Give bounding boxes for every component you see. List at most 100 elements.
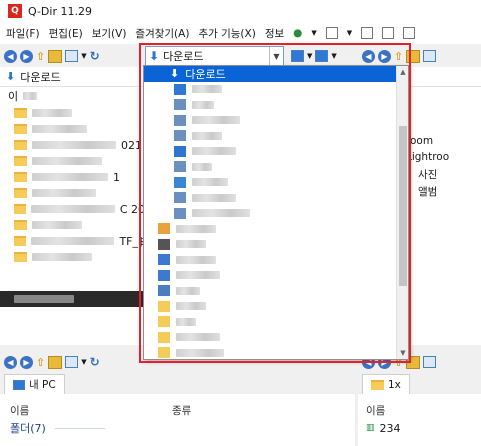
dropdown-item[interactable] <box>144 237 408 253</box>
dropdown-item[interactable] <box>144 330 408 346</box>
list-item[interactable]: TF_$ <box>0 233 145 249</box>
file-name-fragment: 1 <box>113 170 120 184</box>
folder-icon <box>371 379 384 390</box>
back-icon[interactable]: ◀ <box>4 49 17 63</box>
dropdown-item[interactable] <box>144 252 408 268</box>
folder-icon <box>158 347 170 359</box>
dropdown-item[interactable] <box>144 82 408 98</box>
tab-strip: 내 PC <box>0 374 355 394</box>
generic-icon <box>174 114 186 126</box>
up-folder-icon[interactable]: ⇧ <box>36 50 45 63</box>
window-icon[interactable] <box>382 27 395 39</box>
tab-folder[interactable]: 1x <box>362 374 410 394</box>
new-folder-icon[interactable] <box>406 49 421 63</box>
dropdown-item[interactable] <box>144 190 408 206</box>
chevron-down-icon[interactable]: ▼ <box>311 29 316 37</box>
monitor-icon[interactable] <box>291 50 304 62</box>
menu-view[interactable]: 보기(V) <box>92 26 127 41</box>
column-header-type[interactable]: 종류 <box>172 403 191 418</box>
chevron-down-icon[interactable]: ▼ <box>81 52 86 60</box>
address-bar-label: 다운로드 <box>163 50 204 63</box>
globe-icon[interactable]: ● <box>293 27 302 39</box>
tab-my-pc[interactable]: 내 PC <box>4 374 65 394</box>
column-header-name[interactable]: 이름 <box>366 403 385 418</box>
dropdown-item-label: 다운로드 <box>185 67 226 81</box>
folder-icon <box>14 204 27 214</box>
pane-bottom-left: 내 PC 이름 종류 폴더(7) <box>0 374 355 446</box>
dropdown-item-label <box>192 162 212 171</box>
folder-icon <box>14 252 27 262</box>
window-icon[interactable] <box>361 27 374 39</box>
forward-icon[interactable]: ▶ <box>20 49 33 63</box>
view-icon[interactable] <box>423 356 437 368</box>
view-icon[interactable] <box>65 356 79 368</box>
chevron-down-icon[interactable]: ▼ <box>81 358 86 366</box>
dropdown-item-label <box>176 302 206 311</box>
up-folder-icon[interactable]: ⇧ <box>394 50 403 63</box>
dropdown-item[interactable] <box>144 159 408 175</box>
dropdown-item[interactable] <box>144 283 408 299</box>
dropdown-item[interactable] <box>144 97 408 113</box>
menu-info[interactable]: 정보 <box>265 26 284 41</box>
list-item[interactable] <box>0 291 145 307</box>
refresh-icon[interactable]: ↻ <box>90 355 100 369</box>
dropdown-item[interactable] <box>144 314 408 330</box>
dropdown-item[interactable] <box>144 268 408 284</box>
list-item[interactable] <box>0 217 145 233</box>
group-header[interactable]: 폴더(7) <box>0 420 355 436</box>
list-item[interactable] <box>0 153 145 169</box>
forward-icon[interactable]: ▶ <box>20 355 33 369</box>
list-item[interactable] <box>0 105 145 121</box>
forward-icon[interactable]: ▶ <box>378 49 391 63</box>
list-item[interactable]: 1 <box>0 169 145 185</box>
chevron-down-icon[interactable]: ▼ <box>331 52 336 60</box>
menu-favorites[interactable]: 즐겨찾기(A) <box>135 26 189 41</box>
menu-file[interactable]: 파일(F) <box>6 26 40 41</box>
dropdown-item[interactable] <box>144 221 408 237</box>
back-icon[interactable]: ◀ <box>362 49 375 63</box>
dropdown-item-selected[interactable]: ⬇ 다운로드 <box>144 66 408 82</box>
view-icon[interactable] <box>65 50 79 62</box>
dropdown-item[interactable] <box>144 113 408 129</box>
list-item[interactable]: 021 <box>0 137 145 153</box>
toolbar-bottom-left: ◀ ▶ ⇧ ▼ ↻ <box>0 351 145 373</box>
menu-edit[interactable]: 편집(E) <box>49 26 83 41</box>
up-folder-icon[interactable]: ⇧ <box>36 356 45 369</box>
window-icon[interactable] <box>403 27 416 39</box>
column-header-name[interactable]: 이름 <box>10 403 172 418</box>
address-dropdown-list[interactable]: ⬇ 다운로드 ▲ ▼ <box>143 65 409 360</box>
new-folder-icon[interactable] <box>48 49 63 63</box>
chevron-down-icon[interactable]: ▼ <box>347 29 352 37</box>
dropdown-item[interactable] <box>144 175 408 191</box>
view-icon[interactable] <box>423 50 437 62</box>
dropdown-item[interactable] <box>144 345 408 359</box>
dropdown-item[interactable] <box>144 128 408 144</box>
list-item[interactable] <box>0 121 145 137</box>
layout-icon[interactable] <box>325 27 338 39</box>
dropdown-item[interactable] <box>144 299 408 315</box>
list-item[interactable]: ▥ 234 <box>358 420 481 436</box>
scroll-down-icon[interactable]: ▼ <box>397 347 408 359</box>
scrollbar[interactable]: ▲ ▼ <box>396 66 408 359</box>
monitor-icon[interactable] <box>315 50 329 62</box>
chevron-down-icon[interactable]: ▼ <box>269 47 283 65</box>
chevron-down-icon[interactable]: ▼ <box>307 52 312 60</box>
list-item[interactable] <box>0 185 145 201</box>
menu-extras[interactable]: 추가 기능(X) <box>198 26 255 41</box>
column-header[interactable]: 이 <box>0 87 145 105</box>
tab-label: 내 PC <box>29 379 56 391</box>
control-panel-icon <box>158 269 170 281</box>
address-bar[interactable]: ⬇ 다운로드 ▼ <box>145 46 284 66</box>
dropdown-item-label <box>176 271 220 280</box>
scroll-thumb[interactable] <box>399 126 407 286</box>
scroll-up-icon[interactable]: ▲ <box>397 66 408 78</box>
list-item[interactable] <box>0 249 145 265</box>
back-icon[interactable]: ◀ <box>4 355 17 369</box>
dropdown-item-label <box>192 131 222 140</box>
dropdown-item[interactable] <box>144 144 408 160</box>
list-item[interactable]: C 20 <box>0 201 145 217</box>
dropdown-item[interactable] <box>144 206 408 222</box>
refresh-icon[interactable]: ↻ <box>90 49 100 63</box>
generic-icon <box>174 207 186 219</box>
new-folder-icon[interactable] <box>48 355 63 369</box>
